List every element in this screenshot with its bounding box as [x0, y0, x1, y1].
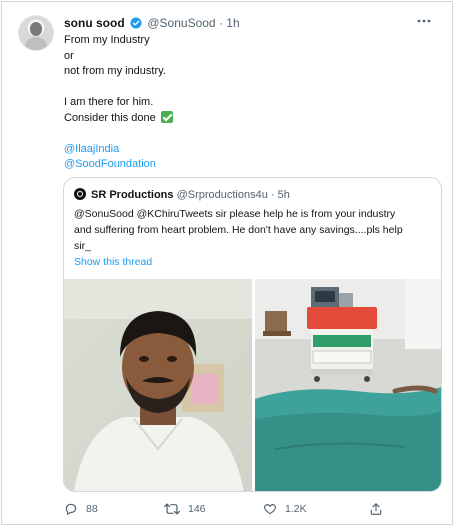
- quoted-tweet-text: @SonuSood @KChiruTweets sir please help …: [74, 206, 429, 254]
- quoted-author-name[interactable]: SR Productions: [91, 189, 174, 201]
- quoted-photo-man[interactable]: [64, 279, 252, 491]
- mention-link[interactable]: @SoodFoundation: [64, 157, 424, 173]
- quoted-photo-hospital[interactable]: [255, 279, 441, 491]
- quoted-author-avatar[interactable]: [74, 188, 86, 200]
- man-selfie-image: [64, 279, 252, 491]
- tweet-text-line: Consider this done: [64, 110, 424, 127]
- tweet-time[interactable]: 1h: [226, 16, 239, 30]
- hospital-bed-image: [255, 279, 441, 491]
- check-mark-icon: [160, 110, 173, 123]
- like-action[interactable]: 1.2K: [263, 502, 307, 516]
- quoted-separator: ·: [270, 189, 275, 201]
- mention-link[interactable]: @IlaajIndia: [64, 142, 424, 158]
- author-name[interactable]: sonu sood: [64, 16, 125, 30]
- consider-text: Consider this done: [64, 111, 156, 124]
- tweet-actions: 88 146 1.2K: [64, 500, 424, 520]
- author-avatar[interactable]: [18, 15, 54, 51]
- quoted-tweet[interactable]: SR Productions @Srproductions4u · 5h @So…: [63, 177, 442, 492]
- quoted-time[interactable]: 5h: [278, 189, 290, 201]
- quoted-text-line: and suffering from heart problem. He don…: [74, 224, 403, 236]
- tweet-text-line: I am there for him.: [64, 96, 154, 108]
- tweet-text-line: From my Industry: [64, 34, 150, 46]
- tweet-text-line: or: [64, 49, 74, 62]
- retweet-count: 146: [188, 503, 206, 515]
- share-action[interactable]: [369, 502, 383, 516]
- more-options-icon[interactable]: [416, 15, 432, 29]
- share-icon[interactable]: [369, 502, 383, 516]
- quoted-author-handle[interactable]: @Srproductions4u: [177, 189, 268, 201]
- reply-count: 88: [86, 503, 98, 515]
- tweet-text: From my Industry or not from my industry…: [64, 33, 424, 173]
- tweet-text-line: not from my industry.: [64, 65, 166, 77]
- tweet-card[interactable]: sonu sood @SonuSood · 1h From my Industr…: [1, 1, 453, 525]
- quoted-tweet-header: SR Productions @Srproductions4u · 5h: [74, 188, 290, 202]
- author-handle[interactable]: @SonuSood: [147, 16, 215, 30]
- heart-icon[interactable]: [263, 502, 277, 516]
- reply-action[interactable]: 88: [64, 502, 98, 516]
- like-count: 1.2K: [285, 503, 307, 515]
- quoted-text-line: sir_: [74, 240, 91, 252]
- header-separator: ·: [218, 16, 223, 30]
- reply-icon[interactable]: [64, 502, 78, 516]
- show-thread-link[interactable]: Show this thread: [74, 255, 152, 269]
- verified-badge-icon: [130, 17, 142, 29]
- retweet-icon[interactable]: [164, 502, 180, 516]
- tweet-header: sonu sood @SonuSood · 1h: [64, 15, 240, 31]
- quoted-text-line: @SonuSood @KChiruTweets sir please help …: [74, 208, 396, 220]
- retweet-action[interactable]: 146: [164, 502, 206, 516]
